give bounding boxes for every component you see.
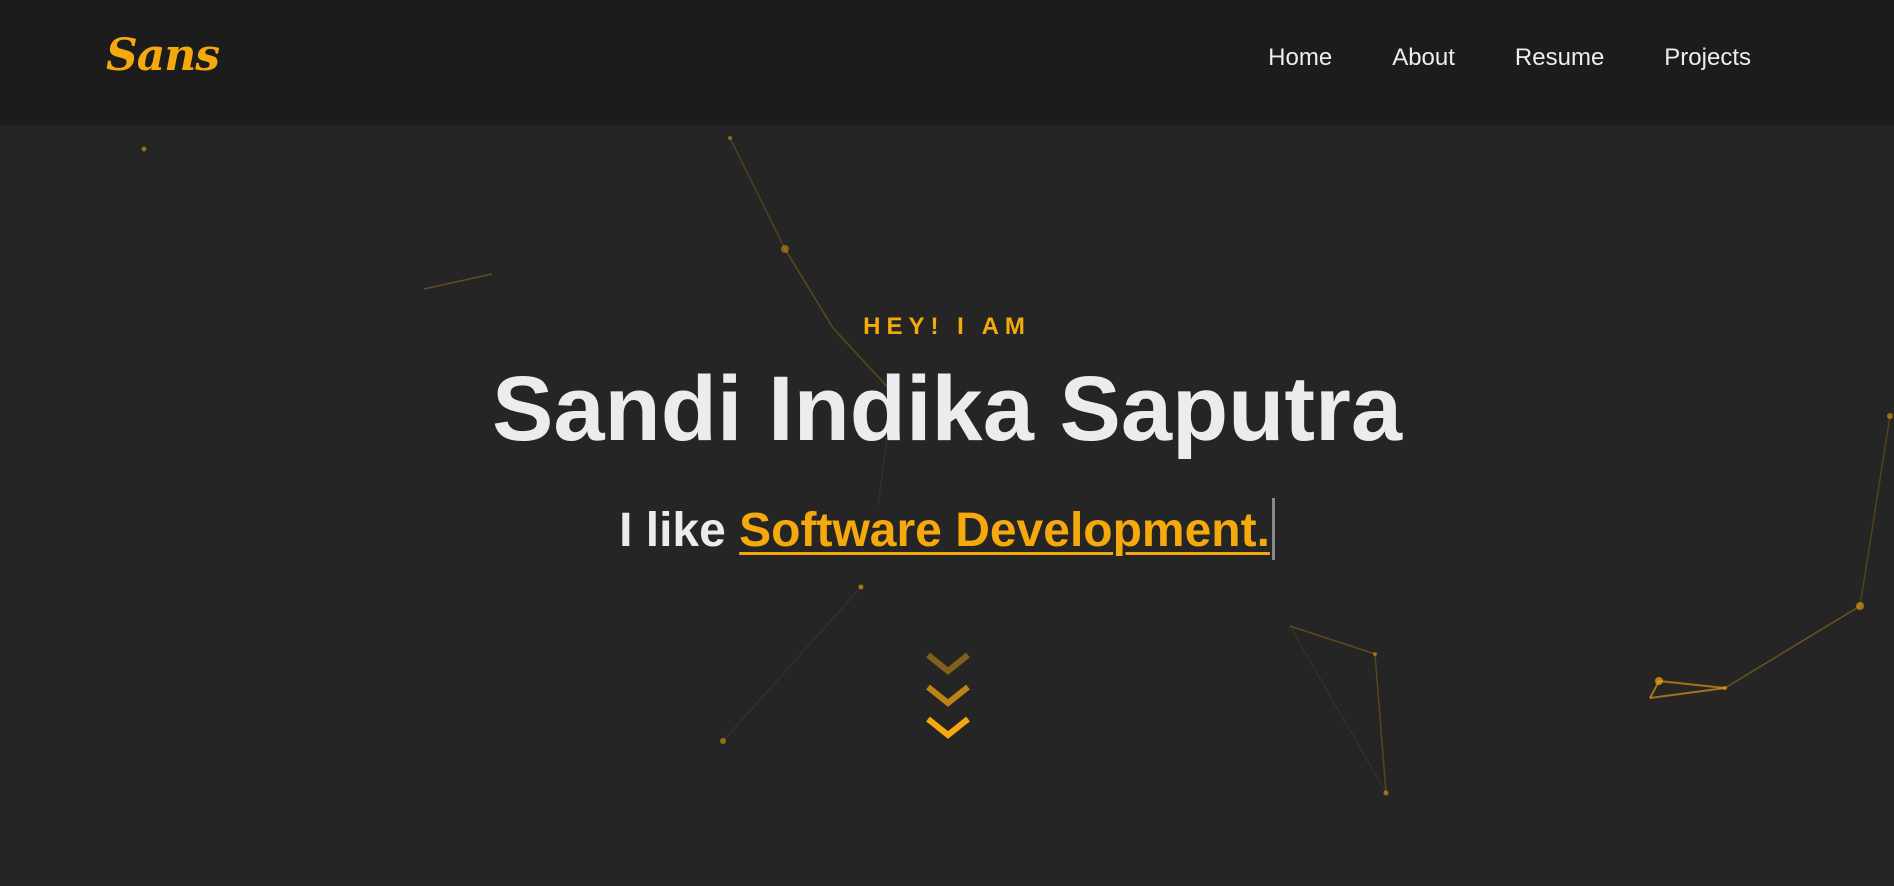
hero-section: HEY! I AM Sandi Indika Saputra I like So… xyxy=(0,125,1894,886)
typing-caret xyxy=(1271,498,1275,560)
chevron-down-icon xyxy=(926,716,970,739)
scroll-down-button[interactable] xyxy=(925,652,971,752)
site-logo[interactable]: Sans xyxy=(106,30,220,81)
hero-eyebrow: HEY! I AM xyxy=(863,313,1031,340)
nav-link-about[interactable]: About xyxy=(1392,44,1455,72)
navbar: Sans Home About Resume Projects xyxy=(0,0,1894,125)
nav-menu: Home About Resume Projects xyxy=(1268,44,1751,72)
nav-link-resume[interactable]: Resume xyxy=(1515,44,1604,72)
nav-link-projects[interactable]: Projects xyxy=(1664,44,1751,72)
typed-text: Software Development. xyxy=(739,504,1270,557)
chevron-down-icon xyxy=(926,652,970,675)
chevron-down-icon xyxy=(926,684,970,707)
tagline-prefix: I like xyxy=(619,504,740,557)
nav-link-home[interactable]: Home xyxy=(1268,44,1332,72)
page: Sans Home About Resume Projects HEY! I A… xyxy=(0,0,1894,886)
hero-tagline: I like Software Development. xyxy=(0,498,1894,560)
hero-name: Sandi Indika Saputra xyxy=(492,358,1402,460)
